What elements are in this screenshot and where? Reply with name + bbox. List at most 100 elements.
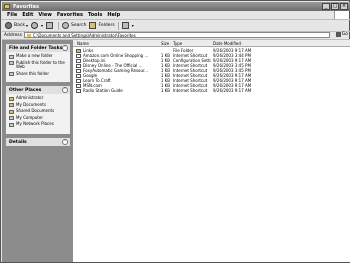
panel-title: File and Folder Tasks — [9, 45, 63, 51]
place-my-documents[interactable]: My Documents — [9, 101, 67, 107]
task-make-new-folder[interactable]: Make a new folder — [9, 53, 67, 59]
other-places-panel: Other Places ˄ Administrator My Document… — [6, 86, 70, 134]
place-administrator[interactable]: Administrator — [9, 95, 67, 101]
expand-chevron-icon[interactable]: ˅ — [62, 139, 68, 145]
file-size: 1 KB — [160, 88, 170, 93]
folder-icon — [9, 103, 14, 107]
go-label: Go — [341, 32, 348, 37]
views-button[interactable]: ▾ — [121, 22, 134, 29]
maximize-icon: □ — [332, 3, 338, 9]
menu-tools[interactable]: Tools — [88, 12, 102, 18]
back-button[interactable]: Back ▾ — [5, 22, 28, 29]
menu-view[interactable]: View — [38, 12, 52, 18]
column-header-row: Name Size Type Date Modified — [73, 40, 350, 47]
panel-header[interactable]: Details ˅ — [6, 138, 70, 146]
file-list: Name Size Type Date Modified Links File F… — [73, 40, 350, 262]
task-label: Share this folder — [16, 70, 49, 76]
forward-arrow-icon — [30, 22, 38, 29]
place-my-computer[interactable]: My Computer — [9, 114, 67, 120]
place-label: Shared Documents — [16, 108, 55, 113]
place-shared-documents[interactable]: Shared Documents — [9, 108, 67, 114]
address-input[interactable]: C:\Documents and Settings\Administrator\… — [23, 32, 330, 38]
address-bar: Address C:\Documents and Settings\Admini… — [2, 31, 350, 40]
minimize-icon: _ — [324, 3, 328, 9]
globe-icon — [9, 61, 14, 65]
task-pane: File and Folder Tasks ˄ Make a new folde… — [2, 40, 73, 262]
new-folder-icon — [9, 54, 14, 59]
search-button[interactable]: Search — [61, 22, 87, 29]
chevron-down-icon: ▾ — [131, 23, 134, 28]
chevron-down-icon: ▾ — [25, 23, 28, 28]
file-type: Internet Shortcut — [173, 88, 208, 93]
task-publish-folder[interactable]: Publish this folder to the Web — [9, 59, 67, 70]
column-date-modified[interactable]: Date Modified — [213, 41, 241, 46]
internet-shortcut-icon — [76, 78, 81, 83]
folders-button[interactable]: Folders — [89, 22, 115, 29]
collapse-chevron-icon[interactable]: ˄ — [62, 45, 68, 51]
place-my-network-places[interactable]: My Network Places — [9, 121, 67, 127]
address-value: C:\Documents and Settings\Administrator\… — [32, 32, 136, 38]
title-bar[interactable]: Favorites _ □ × — [2, 2, 350, 11]
computer-icon — [9, 116, 14, 120]
views-icon — [121, 22, 129, 29]
menu-edit[interactable]: Edit — [22, 12, 33, 18]
file-folder-tasks-panel: File and Folder Tasks ˄ Make a new folde… — [6, 44, 70, 82]
panel-header[interactable]: Other Places ˄ — [6, 86, 70, 94]
folders-label: Folders — [98, 23, 115, 28]
task-share-folder[interactable]: Share this folder — [9, 70, 67, 76]
folder-up-icon — [45, 22, 53, 29]
details-panel: Details ˅ — [6, 138, 70, 146]
internet-shortcut-icon — [76, 53, 81, 58]
column-size[interactable]: Size — [161, 41, 169, 46]
table-row[interactable]: Radio Station Guide 1 KB Internet Shortcut… — [73, 88, 350, 93]
window-title: Favorites — [13, 3, 40, 10]
menu-favorites[interactable]: Favorites — [57, 12, 83, 18]
search-label: Search — [70, 23, 87, 28]
back-label: Back — [14, 23, 25, 28]
internet-shortcut-icon — [76, 83, 81, 88]
folder-icon — [4, 4, 10, 9]
place-label: Administrator — [16, 95, 44, 100]
maximize-button[interactable]: □ — [331, 3, 339, 10]
menu-bar: File Edit View Favorites Tools Help — [2, 11, 350, 20]
folders-icon — [89, 22, 97, 29]
internet-shortcut-icon — [76, 63, 81, 68]
folder-icon — [9, 109, 14, 114]
menu-file[interactable]: File — [7, 12, 17, 18]
up-button[interactable] — [45, 22, 55, 29]
address-label: Address — [4, 32, 22, 38]
internet-shortcut-icon — [76, 58, 81, 63]
place-label: My Network Places — [16, 121, 54, 126]
minimize-button[interactable]: _ — [322, 3, 330, 10]
back-arrow-icon — [5, 22, 12, 29]
toolbar-divider — [117, 21, 119, 30]
forward-button[interactable]: ▾ — [30, 22, 43, 29]
folder-icon — [9, 96, 14, 101]
task-label: Publish this folder to the Web — [16, 59, 65, 69]
internet-shortcut-icon — [76, 88, 81, 93]
panel-title: Other Places — [9, 87, 42, 93]
go-button[interactable]: Go — [335, 32, 348, 37]
panel-title: Details — [9, 139, 27, 145]
file-name: Radio Station Guide — [83, 88, 123, 93]
task-label: Make a new folder — [16, 53, 53, 58]
close-button[interactable]: × — [340, 3, 348, 10]
place-label: My Documents — [16, 101, 46, 107]
column-type[interactable]: Type — [173, 41, 182, 46]
chevron-down-icon: ▾ — [40, 23, 43, 28]
menu-help[interactable]: Help — [107, 12, 120, 18]
collapse-chevron-icon[interactable]: ˄ — [62, 87, 68, 93]
network-icon — [9, 122, 14, 127]
windows-logo-icon — [334, 11, 349, 19]
explorer-window: Favorites _ □ × File Edit View Favorites… — [0, 0, 350, 263]
file-modified: 9/26/2003 9:17 AM — [213, 88, 252, 93]
toolbar-divider — [57, 21, 59, 30]
panel-header[interactable]: File and Folder Tasks ˄ — [6, 44, 70, 52]
internet-shortcut-icon — [76, 73, 81, 78]
folder-icon — [76, 48, 81, 53]
go-arrow-icon — [335, 32, 341, 37]
column-name[interactable]: Name — [77, 41, 89, 46]
share-icon — [9, 72, 14, 76]
internet-shortcut-icon — [76, 68, 81, 73]
place-label: My Computer — [16, 114, 43, 120]
